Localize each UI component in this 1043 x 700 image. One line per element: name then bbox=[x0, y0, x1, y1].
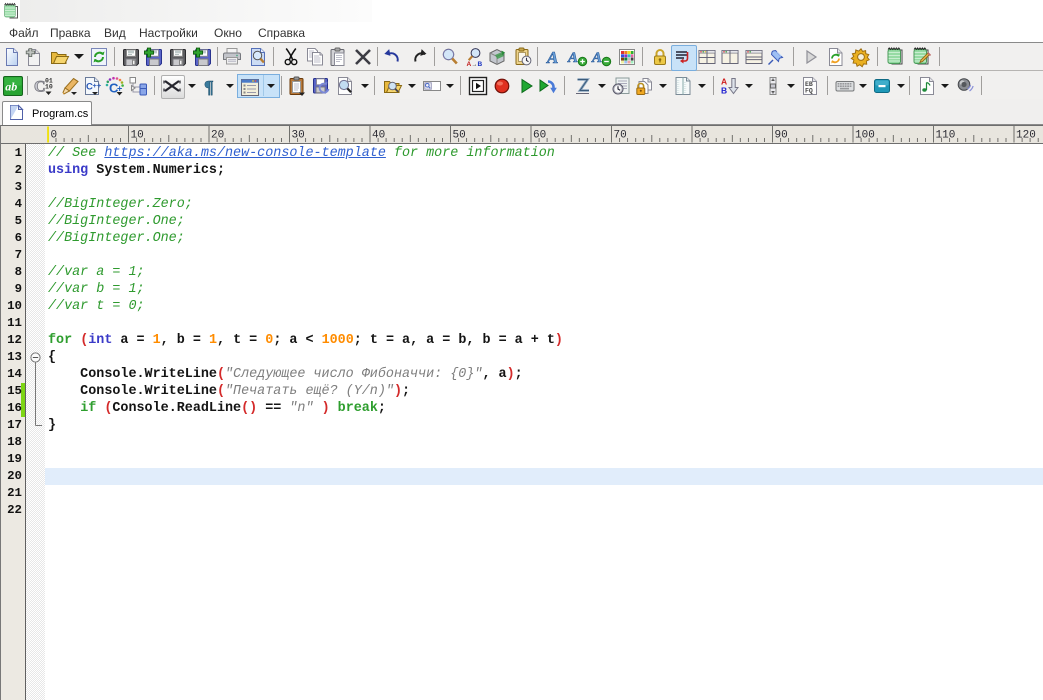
svg-text:0: 0 bbox=[51, 130, 58, 142]
svg-text:B: B bbox=[478, 61, 483, 68]
svg-text:100: 100 bbox=[855, 130, 875, 142]
svg-text:40: 40 bbox=[372, 130, 385, 142]
svg-text:ab: ab bbox=[5, 80, 17, 94]
svg-text:++: ++ bbox=[93, 81, 102, 90]
svg-text:A: A bbox=[546, 48, 558, 67]
svg-text:C: C bbox=[34, 79, 46, 96]
svg-text:70: 70 bbox=[614, 130, 627, 142]
svg-text:110: 110 bbox=[936, 130, 956, 142]
svg-text:10: 10 bbox=[45, 84, 53, 91]
svg-text:80: 80 bbox=[694, 130, 707, 142]
svg-text:20: 20 bbox=[211, 130, 224, 142]
svg-text:60: 60 bbox=[533, 130, 546, 142]
svg-text:50: 50 bbox=[453, 130, 466, 142]
svg-text:FQ: FQ bbox=[805, 88, 813, 95]
svg-text:30: 30 bbox=[292, 130, 305, 142]
svg-text:90: 90 bbox=[775, 130, 788, 142]
svg-text:B: B bbox=[721, 86, 727, 96]
svg-text:120: 120 bbox=[1016, 130, 1036, 142]
svg-text:¶: ¶ bbox=[204, 77, 214, 97]
svg-text:10: 10 bbox=[131, 130, 144, 142]
svg-text:A: A bbox=[567, 50, 578, 66]
svg-text:A: A bbox=[591, 50, 602, 66]
